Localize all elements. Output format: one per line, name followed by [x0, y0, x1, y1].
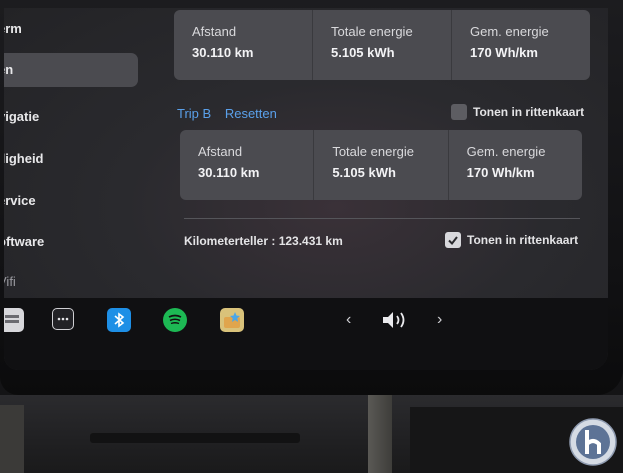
odometer-readout: Kilometerteller : 123.431 km — [184, 234, 343, 248]
stat-label: Totale energie — [331, 24, 413, 39]
sidebar-item-wifi[interactable]: Vifi — [4, 265, 138, 299]
app-icon[interactable] — [4, 308, 24, 332]
stat-label: Gem. energie — [466, 144, 546, 159]
more-icon[interactable] — [52, 308, 74, 330]
sidebar-item-label: Vifi — [4, 274, 16, 289]
stat-value: 170 Wh/km — [470, 45, 538, 60]
trip-b-title: Trip B — [177, 106, 212, 121]
sidebar-item-label: erm — [4, 21, 22, 36]
trip-b-avg-energy: Gem. energie 170 Wh/km — [447, 130, 582, 200]
stat-label: Afstand — [192, 24, 237, 39]
trip-a-total-energy: Totale energie 5.105 kWh — [312, 10, 451, 80]
spotify-waves-icon — [168, 314, 182, 325]
stat-value: 5.105 kWh — [332, 165, 396, 180]
odometer-map-checkbox[interactable] — [445, 232, 461, 248]
toggle-label: Tonen in rittenkaart — [467, 233, 579, 247]
media-next-button[interactable]: › — [437, 308, 442, 332]
settings-sidebar: erm en vigatie lligheid ervice oftware V… — [4, 8, 144, 298]
stat-value: 170 Wh/km — [466, 165, 535, 180]
speaker-icon — [383, 312, 405, 328]
trip-a-stats-card: Afstand 30.110 km Totale energie 5.105 k… — [174, 10, 590, 80]
sidebar-item-safety[interactable]: lligheid — [4, 142, 138, 176]
toybox-icon[interactable] — [220, 308, 244, 332]
stat-label: Afstand — [198, 144, 243, 159]
stat-value: 30.110 km — [198, 165, 260, 180]
dots-icon — [57, 317, 69, 321]
trip-a-avg-energy: Gem. energie 170 Wh/km — [451, 10, 590, 80]
trip-b-map-checkbox[interactable] — [451, 104, 467, 120]
taskbar: ‹ › — [4, 298, 608, 370]
checkmark-icon — [448, 236, 458, 246]
sidebar-item-label: vigatie — [4, 109, 40, 124]
spotify-icon[interactable] — [163, 308, 187, 332]
stat-label: Totale energie — [332, 144, 414, 159]
reset-trip-b-button[interactable]: Resetten — [225, 106, 277, 121]
console-edge — [0, 405, 24, 473]
sidebar-item-label: ervice — [4, 193, 36, 208]
sidebar-item-label: lligheid — [4, 151, 44, 166]
screen-stand — [368, 395, 392, 473]
sidebar-item-service[interactable]: ervice — [4, 184, 138, 218]
stat-value: 5.105 kWh — [331, 45, 395, 60]
star-icon — [224, 312, 240, 328]
odometer-map-toggle[interactable]: Tonen in rittenkaart — [445, 232, 578, 248]
stat-label: Gem. energie — [470, 24, 549, 39]
section-divider — [184, 218, 580, 219]
volume-icon[interactable] — [379, 308, 411, 332]
bluetooth-icon[interactable] — [107, 308, 131, 332]
media-prev-button[interactable]: ‹ — [346, 308, 351, 332]
trip-a-distance: Afstand 30.110 km — [174, 10, 312, 80]
trip-b-stats-card: Afstand 30.110 km Totale energie 5.105 k… — [180, 130, 582, 200]
sidebar-item-trips[interactable]: en — [4, 53, 138, 87]
trip-b-header: Trip B Resetten — [177, 106, 277, 121]
sidebar-item-navigation[interactable]: vigatie — [4, 100, 138, 134]
trip-b-map-toggle[interactable]: Tonen in rittenkaart — [451, 104, 584, 120]
touchscreen: erm en vigatie lligheid ervice oftware V… — [4, 8, 608, 370]
sidebar-item-alarm[interactable]: erm — [4, 12, 138, 46]
sidebar-item-label: en — [4, 62, 14, 77]
trip-b-distance: Afstand 30.110 km — [180, 130, 313, 200]
toggle-label: Tonen in rittenkaart — [473, 105, 585, 119]
card-icon — [5, 315, 19, 323]
bluetooth-rune-icon — [114, 312, 125, 328]
trip-b-total-energy: Totale energie 5.105 kWh — [313, 130, 447, 200]
sidebar-item-software[interactable]: oftware — [4, 225, 138, 259]
watermark-logo-icon — [569, 418, 617, 466]
console-slot — [90, 433, 300, 443]
center-console — [0, 395, 623, 473]
sidebar-item-label: oftware — [4, 234, 45, 249]
stat-value: 30.110 km — [192, 45, 254, 60]
